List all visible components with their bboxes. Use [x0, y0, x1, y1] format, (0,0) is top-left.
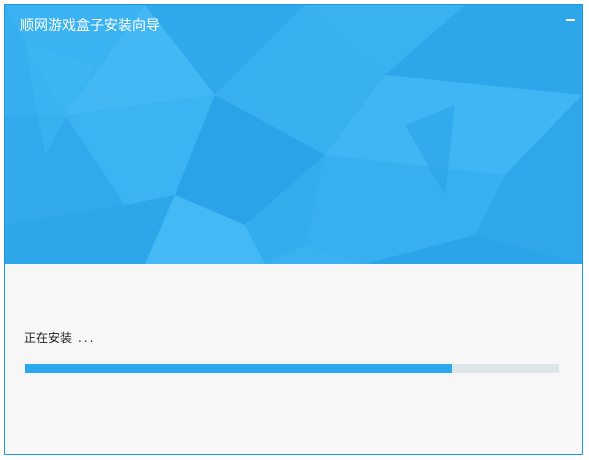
- window-title: 顺网游戏盒子安装向导: [20, 18, 160, 34]
- low-poly-background: [5, 5, 582, 264]
- install-status: 正在安装...: [24, 329, 95, 346]
- install-status-ellipsis: ...: [78, 331, 96, 345]
- installer-window: 顺网游戏盒子安装向导 正在安装...: [4, 4, 583, 455]
- install-panel: 正在安装...: [5, 264, 582, 454]
- minimize-button[interactable]: [558, 5, 582, 27]
- progress-bar-fill: [25, 364, 453, 373]
- minimize-icon: [566, 19, 575, 21]
- progress-bar: [25, 364, 559, 373]
- install-status-label: 正在安装: [24, 331, 73, 345]
- header-banner: 顺网游戏盒子安装向导: [5, 5, 582, 264]
